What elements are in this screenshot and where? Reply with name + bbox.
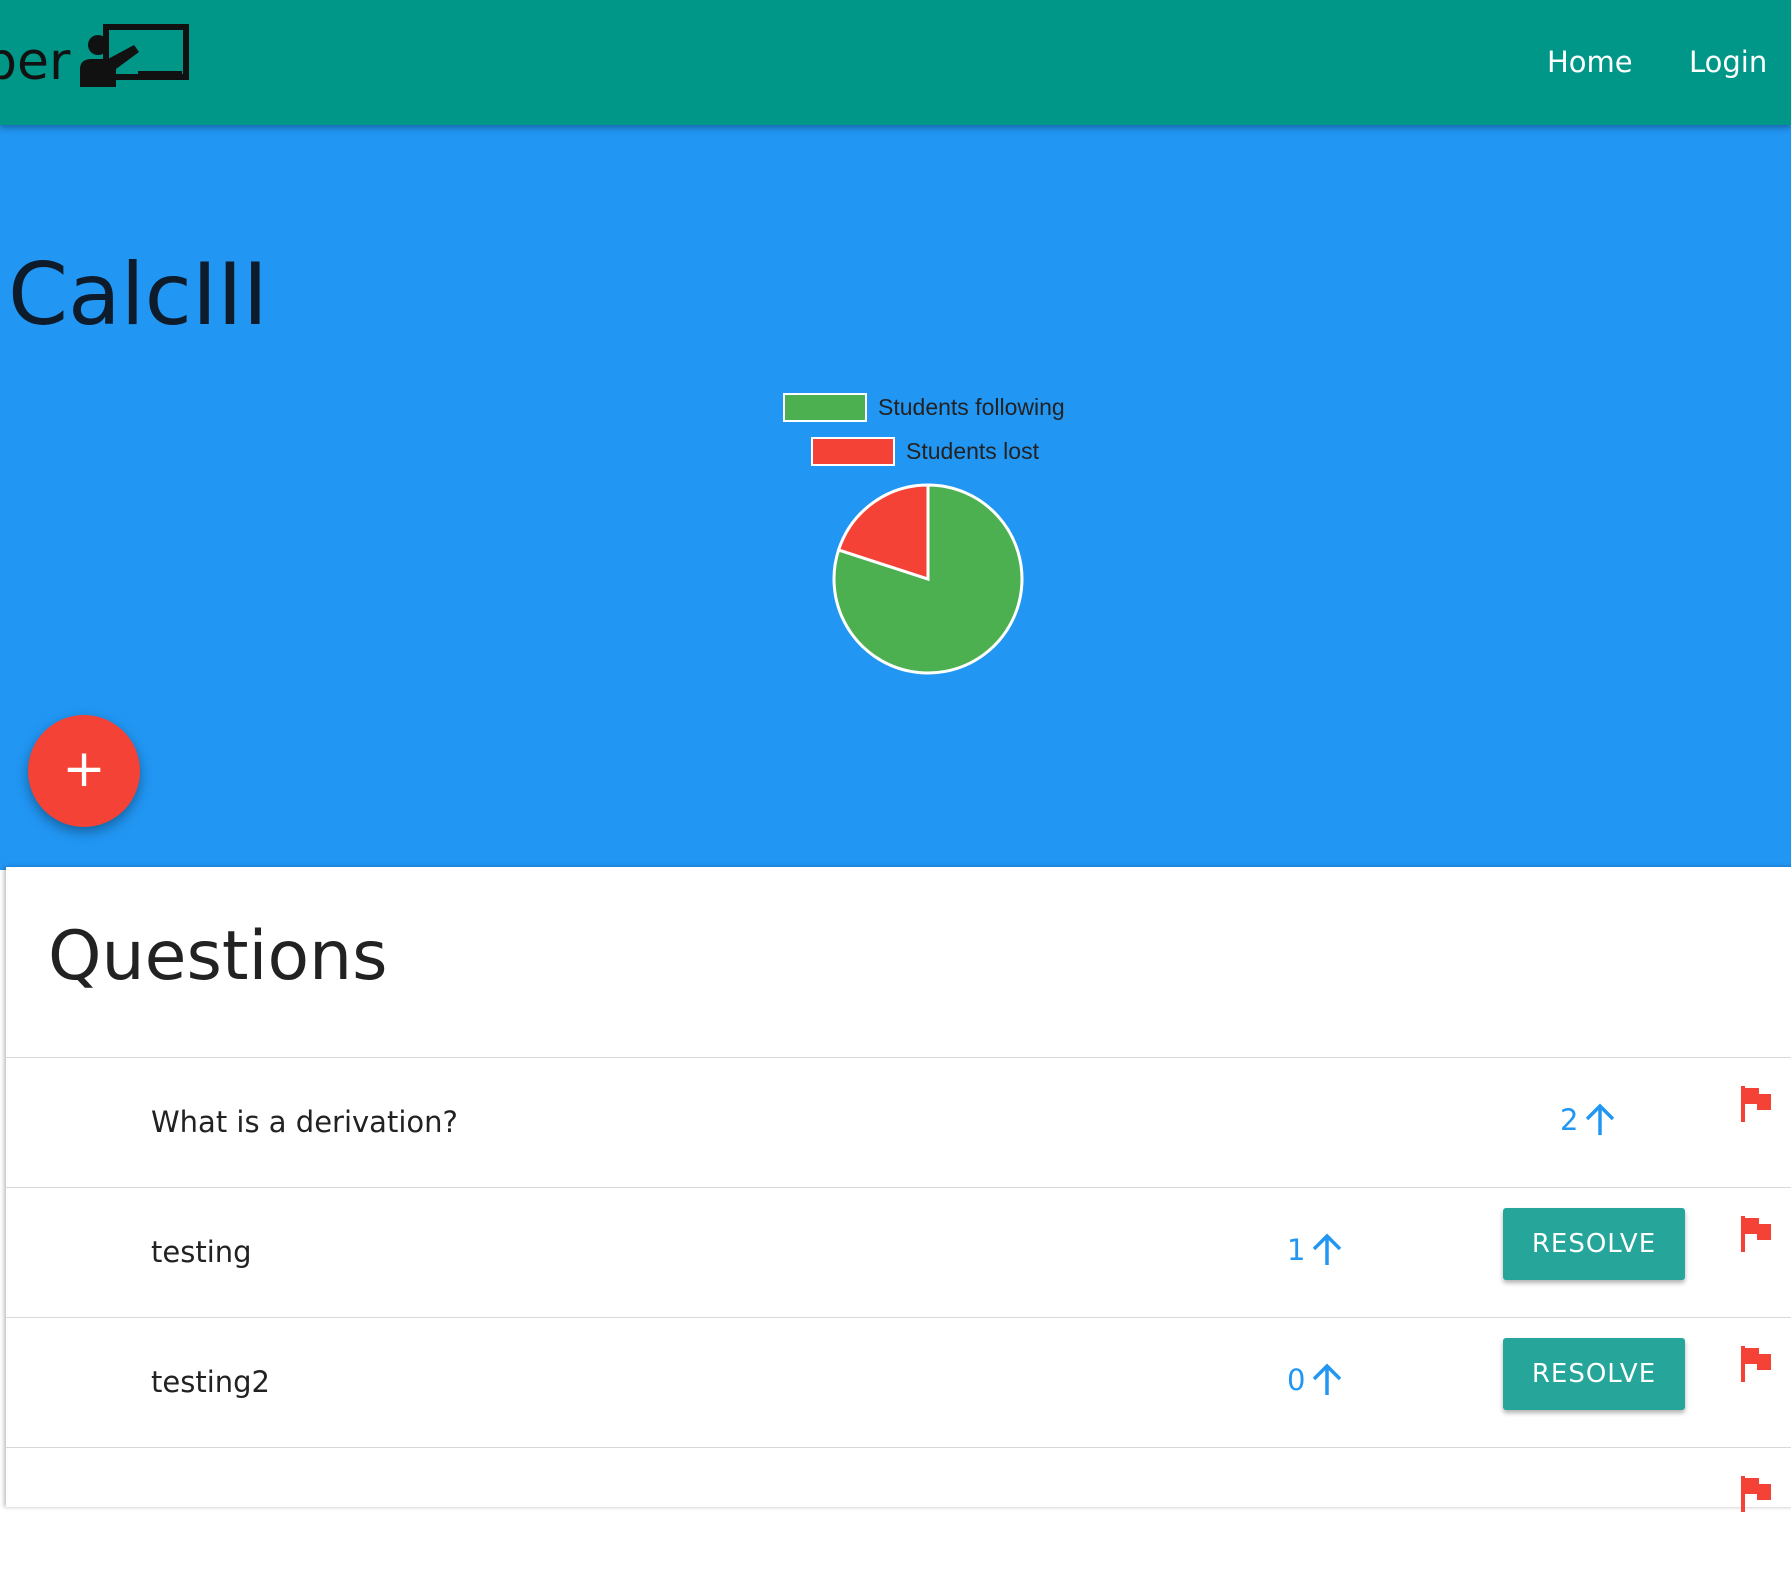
question-row: testing2 0 RESOLVE: [6, 1317, 1791, 1448]
add-icon: +: [62, 739, 106, 799]
legend-swatch: [783, 393, 867, 422]
vote-count: 0: [1287, 1363, 1306, 1397]
attention-pie-chart: Students following Students lost: [783, 393, 1065, 675]
vote-count: 2: [1560, 1103, 1579, 1137]
vote-count: 1: [1287, 1233, 1306, 1267]
questions-heading: Questions: [48, 917, 388, 996]
flag-icon[interactable]: [1739, 1086, 1773, 1122]
upvote-button[interactable]: 0: [1287, 1358, 1345, 1402]
top-navbar: ber Home Login: [0, 0, 1791, 125]
legend-swatch: [811, 437, 895, 466]
flag-icon[interactable]: [1739, 1476, 1773, 1512]
legend-label[interactable]: Students following: [878, 394, 1065, 420]
question-text: testing: [151, 1235, 252, 1269]
brand-text: ber: [0, 32, 71, 92]
question-row: testing 1 RESOLVE: [6, 1187, 1791, 1318]
question-text: testing2: [151, 1365, 270, 1399]
question-row: [6, 1447, 1791, 1578]
add-question-button[interactable]: +: [28, 715, 140, 827]
flag-icon[interactable]: [1739, 1216, 1773, 1252]
question-row: What is a derivation? 2: [6, 1057, 1791, 1188]
pie: [832, 483, 1024, 675]
resolve-button[interactable]: RESOLVE: [1503, 1208, 1685, 1280]
teacher-board-icon: [78, 23, 190, 103]
legend-label[interactable]: Students lost: [906, 438, 1040, 464]
resolve-button[interactable]: RESOLVE: [1503, 1338, 1685, 1410]
arrow-up-icon: [1586, 1103, 1615, 1135]
nav-link-home[interactable]: Home: [1547, 42, 1633, 82]
upvote-button[interactable]: 2: [1560, 1098, 1618, 1142]
arrow-up-icon: [1313, 1363, 1342, 1395]
chart-legend: Students following Students lost: [783, 393, 1065, 466]
questions-card: Questions What is a derivation? 2 testin…: [6, 867, 1791, 1512]
question-text: What is a derivation?: [151, 1105, 458, 1139]
course-title: CalcIII: [8, 245, 269, 345]
flag-icon[interactable]: [1739, 1346, 1773, 1382]
nav-link-login[interactable]: Login: [1689, 42, 1767, 82]
arrow-up-icon: [1313, 1233, 1342, 1265]
upvote-button[interactable]: 1: [1287, 1228, 1345, 1272]
brand-logo[interactable]: ber: [0, 23, 190, 95]
